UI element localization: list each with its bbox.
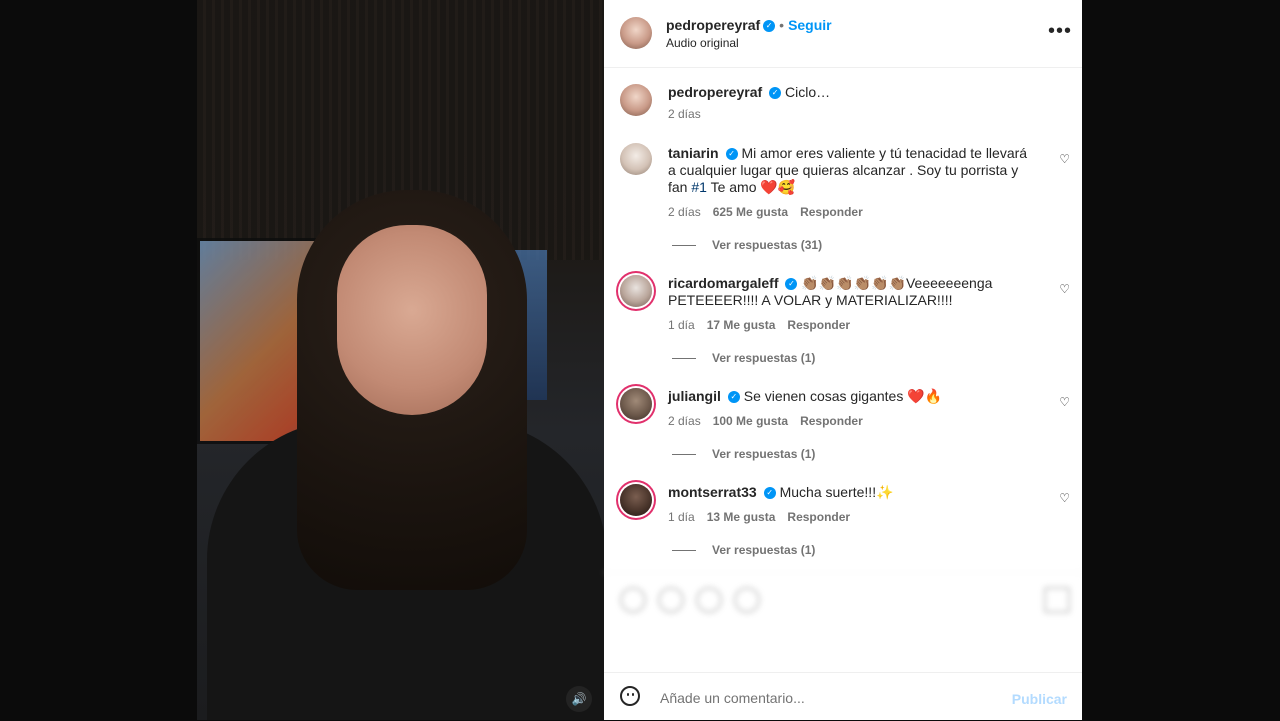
comment-likes[interactable]: 100 Me gusta	[713, 414, 788, 428]
reply-button[interactable]: Responder	[800, 205, 863, 219]
post-actions-bar	[604, 572, 1082, 673]
reply-button[interactable]: Responder	[800, 414, 863, 428]
heart-icon[interactable]: ♡	[1059, 152, 1070, 166]
heart-icon[interactable]: ♡	[1059, 395, 1070, 409]
comment-username[interactable]: ricardomargaleff	[668, 275, 778, 291]
verified-icon: ✓	[769, 87, 782, 100]
reply-button[interactable]: Responder	[787, 318, 850, 332]
comment-time: 2 días	[668, 205, 701, 219]
send-icon[interactable]	[734, 587, 760, 613]
publish-button[interactable]: Publicar	[1012, 691, 1067, 707]
caption-username[interactable]: pedropereyraf	[668, 84, 762, 100]
comment-text-end: Te amo ❤️🥰	[706, 179, 796, 195]
speaker-icon: 🔊	[571, 692, 587, 706]
comment-avatar[interactable]	[620, 275, 652, 307]
comment-avatar[interactable]	[620, 143, 652, 175]
add-comment-bar: Publicar	[604, 672, 1082, 721]
comment-likes[interactable]: 17 Me gusta	[707, 318, 776, 332]
view-replies-button[interactable]: Ver respuestas (1)	[672, 543, 815, 557]
comment-time: 2 días	[668, 414, 701, 428]
verified-icon: ✓	[785, 278, 798, 291]
comment-likes[interactable]: 625 Me gusta	[713, 205, 788, 219]
heart-icon[interactable]: ♡	[1059, 282, 1070, 296]
comment-input[interactable]	[658, 685, 1002, 711]
comment-text: Se vienen cosas gigantes ❤️🔥	[743, 388, 943, 404]
comments-list[interactable]: pedropereyraf ✓ Ciclo… 2 días taniarin ✓ M…	[604, 67, 1082, 572]
caption-text: Ciclo…	[785, 84, 831, 100]
comment-username[interactable]: montserrat33	[668, 484, 757, 500]
divider-line	[672, 245, 696, 247]
comment-avatar[interactable]	[620, 484, 652, 516]
comment-text: Mucha suerte!!!✨	[779, 484, 894, 500]
reel-video[interactable]: 🔊	[197, 0, 604, 720]
post-header: pedropereyraf ✓ • Seguir Audio original •••	[604, 0, 1082, 68]
comment-time: 1 día	[668, 318, 695, 332]
comment-icon[interactable]	[658, 587, 684, 613]
hashtag-link[interactable]: #1	[691, 179, 707, 195]
bookmark-icon[interactable]	[1044, 587, 1070, 613]
post-panel: pedropereyraf ✓ • Seguir Audio original •••…	[604, 0, 1082, 720]
comment-likes[interactable]: 13 Me gusta	[707, 510, 776, 524]
divider-line	[672, 358, 696, 360]
reply-button[interactable]: Responder	[787, 510, 850, 524]
video-person-face	[337, 225, 487, 415]
divider-line	[672, 550, 696, 552]
more-horizontal-icon[interactable]: •••	[1048, 20, 1072, 43]
separator-dot: •	[779, 17, 785, 33]
backdrop	[1082, 0, 1280, 720]
author-avatar[interactable]	[620, 17, 652, 49]
like-icon[interactable]	[620, 587, 646, 613]
comment-username[interactable]: juliangil	[668, 388, 721, 404]
share-icon[interactable]	[696, 587, 722, 613]
divider-line	[672, 454, 696, 456]
caption-time: 2 días	[668, 107, 701, 121]
author-username[interactable]: pedropereyraf	[666, 17, 760, 33]
mute-button[interactable]: 🔊	[566, 686, 592, 712]
view-replies-button[interactable]: Ver respuestas (1)	[672, 351, 815, 365]
view-replies-button[interactable]: Ver respuestas (31)	[672, 238, 822, 252]
verified-icon: ✓	[763, 20, 776, 33]
follow-button[interactable]: Seguir	[788, 17, 832, 33]
verified-icon: ✓	[763, 487, 776, 500]
emoji-icon[interactable]	[620, 686, 640, 706]
comment-time: 1 día	[668, 510, 695, 524]
view-replies-button[interactable]: Ver respuestas (1)	[672, 447, 815, 461]
audio-link[interactable]: Audio original	[666, 36, 739, 50]
verified-icon: ✓	[727, 391, 740, 404]
verified-icon: ✓	[725, 148, 738, 161]
caption-avatar[interactable]	[620, 84, 652, 116]
heart-icon[interactable]: ♡	[1059, 491, 1070, 505]
comment-username[interactable]: taniarin	[668, 145, 719, 161]
comment-avatar[interactable]	[620, 388, 652, 420]
